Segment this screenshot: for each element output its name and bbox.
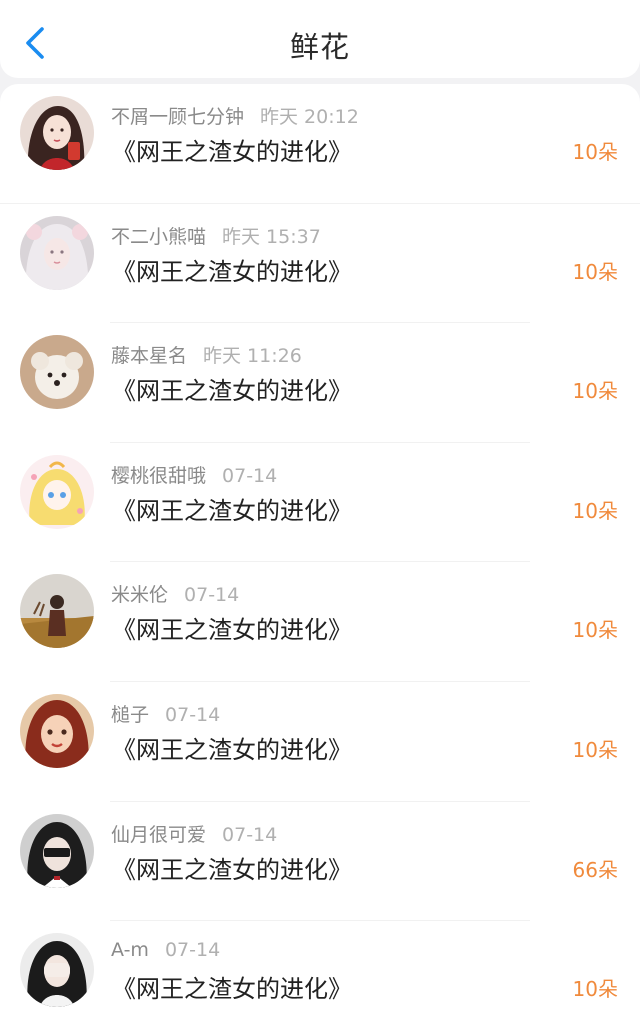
avatar[interactable]	[20, 215, 94, 290]
list-item[interactable]: 米米伦 07-14 《网王之渣女的进化》 10朵	[0, 562, 640, 682]
sender-name: 米米伦	[111, 584, 169, 607]
sender-name: 藤本星名	[111, 345, 188, 368]
list-item[interactable]: 樱桃很甜哦 07-14 《网王之渣女的进化》 10朵	[0, 443, 640, 563]
gift-time: 昨天 11:26	[203, 345, 302, 368]
flower-count: 10朵	[572, 140, 618, 164]
navigation-bar: 鲜花	[0, 0, 640, 78]
sender-name: 不屑一顾七分钟	[111, 106, 245, 128]
sender-name: A-m	[111, 939, 149, 962]
sender-info: 不二小熊喵 昨天 15:37	[111, 222, 321, 249]
avatar[interactable]	[20, 335, 94, 410]
sender-info: 藤本星名 昨天 11:26	[111, 341, 302, 368]
gift-time: 昨天 15:37	[222, 225, 321, 248]
gift-time: 07-14	[164, 939, 221, 962]
book-title: 《网王之渣女的进化》	[112, 377, 352, 406]
sender-info: 槌子 07-14	[111, 700, 220, 727]
list-item[interactable]: 仙月很可爱 07-14 《网王之渣女的进化》 66朵	[0, 802, 640, 922]
avatar[interactable]	[20, 96, 94, 170]
sender-info: 不屑一顾七分钟 昨天 20:12	[111, 102, 359, 129]
flower-count: 10朵	[572, 379, 618, 404]
flower-count: 66朵	[572, 857, 618, 882]
book-title: 《网王之渣女的进化》	[112, 975, 352, 1004]
avatar[interactable]	[20, 693, 94, 768]
avatar[interactable]	[20, 454, 94, 529]
avatar[interactable]	[20, 813, 94, 888]
book-title: 《网王之渣女的进化》	[112, 257, 352, 286]
book-title: 《网王之渣女的进化》	[112, 138, 352, 166]
list-item[interactable]: 藤本星名 昨天 11:26 《网王之渣女的进化》 10朵	[0, 323, 640, 443]
flower-gift-list: 不屑一顾七分钟 昨天 20:12 《网王之渣女的进化》 10朵 不二小熊喵 昨天 1…	[0, 84, 640, 1028]
sender-info: 樱桃很甜哦 07-14	[111, 461, 277, 488]
sender-name: 樱桃很甜哦	[111, 464, 207, 487]
gift-time: 07-14	[222, 823, 278, 846]
page-title: 鲜花	[289, 30, 350, 64]
flower-count: 10朵	[572, 977, 618, 1002]
avatar[interactable]	[20, 574, 94, 649]
list-item[interactable]: 槌子 07-14 《网王之渣女的进化》 10朵	[0, 682, 640, 802]
flower-count: 10朵	[572, 618, 618, 643]
gift-time: 07-14	[184, 584, 240, 607]
sender-name: 槌子	[111, 703, 150, 726]
sender-info: 仙月很可爱 07-14	[111, 820, 277, 847]
gift-time: 07-14	[222, 464, 278, 487]
flower-count: 10朵	[572, 498, 618, 523]
book-title: 《网王之渣女的进化》	[112, 855, 352, 884]
avatar[interactable]	[20, 933, 94, 1008]
flower-count: 10朵	[572, 259, 618, 284]
sender-info: 米米伦 07-14	[111, 580, 239, 607]
sender-name: 仙月很可爱	[111, 823, 207, 846]
list-item[interactable]: 不二小熊喵 昨天 15:37 《网王之渣女的进化》 10朵	[0, 204, 640, 324]
flower-count: 10朵	[572, 737, 618, 762]
sender-name: 不二小熊喵	[111, 225, 207, 248]
book-title: 《网王之渣女的进化》	[112, 496, 352, 525]
gift-time: 07-14	[165, 703, 221, 726]
sender-info: A-m 07-14	[111, 939, 220, 961]
list-item[interactable]: 不屑一顾七分钟 昨天 20:12 《网王之渣女的进化》 10朵	[0, 84, 640, 204]
list-item[interactable]: A-m 07-14 《网王之渣女的进化》 10朵	[0, 921, 640, 1028]
gift-time: 昨天 20:12	[260, 106, 359, 128]
book-title: 《网王之渣女的进化》	[112, 735, 352, 764]
book-title: 《网王之渣女的进化》	[112, 616, 352, 645]
